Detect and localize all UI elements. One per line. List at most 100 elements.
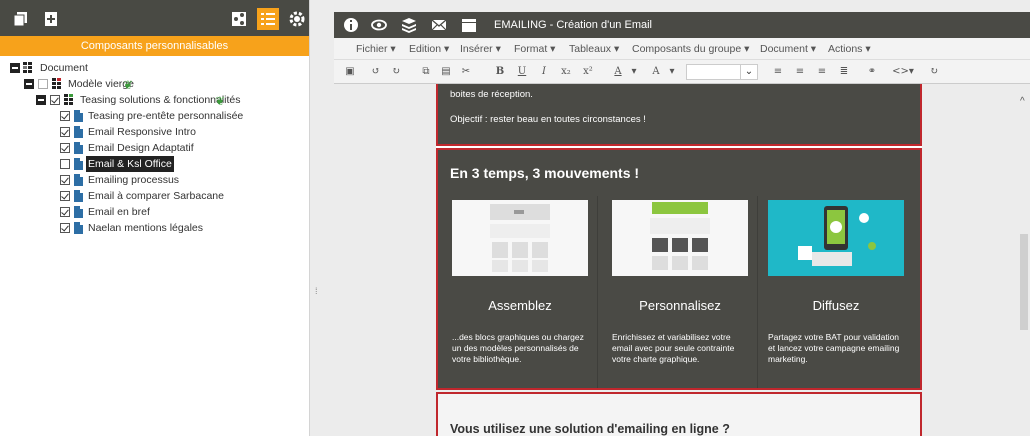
step-column-personnalisez[interactable]: Personnalisez Enrichissez et variabilise… (602, 196, 758, 388)
refresh-icon[interactable]: ↻ (926, 64, 942, 80)
checkbox[interactable] (60, 207, 70, 217)
tree-item-label: Naelan mentions légales (88, 222, 203, 234)
add-document-icon[interactable] (42, 10, 60, 28)
email-canvas[interactable]: boites de réception. Objectif : rester b… (436, 84, 922, 436)
bold-button[interactable]: B (492, 64, 508, 80)
tree-item[interactable]: Naelan mentions légales (0, 220, 309, 236)
align-right-icon[interactable]: ≡ (814, 64, 830, 80)
step-column-diffusez[interactable]: Diffusez Partagez votre BAT pour validat… (758, 196, 914, 388)
tree-item[interactable]: Emailing processus (0, 172, 309, 188)
step-column-assemblez[interactable]: Assemblez ...des blocs graphiques ou cha… (442, 196, 598, 388)
tree-item-label: Email à comparer Sarbacane (88, 190, 224, 202)
menu-actions[interactable]: Actions ▾ (828, 38, 871, 60)
assemble-thumbnail (452, 200, 588, 276)
align-justify-icon[interactable]: ≣ (836, 64, 852, 80)
checkbox[interactable] (60, 159, 70, 169)
tree-icon (64, 94, 78, 106)
checkbox[interactable] (60, 175, 70, 185)
chevron-up-icon[interactable]: ^ (1020, 96, 1025, 107)
checkbox[interactable] (60, 143, 70, 153)
envelope-icon[interactable] (430, 16, 448, 34)
email-block-intro[interactable]: boites de réception. Objectif : rester b… (436, 84, 922, 146)
collapse-toggle[interactable] (36, 95, 46, 105)
redo-icon[interactable]: ↻ (388, 64, 404, 80)
save-icon[interactable]: ▣ (342, 64, 358, 80)
source-code-icon[interactable]: <>▾ (890, 64, 916, 80)
chevron-down-icon[interactable]: ⌄ (740, 64, 758, 80)
superscript-button[interactable]: x² (580, 64, 596, 80)
layers-icon[interactable] (400, 16, 418, 34)
app-window: Composants personnalisables Document Mod… (0, 0, 1030, 436)
folder-icon[interactable] (460, 16, 478, 34)
editor-title-bar: EMAILING - Création d'un Email (334, 12, 1030, 38)
copy-icon[interactable] (12, 10, 30, 28)
undo-icon[interactable]: ↺ (368, 64, 384, 80)
menu-bar: Fichier ▾ Edition ▾ Insérer ▾ Format ▾ T… (334, 38, 1030, 60)
chevron-down-icon[interactable]: ▾ (626, 64, 642, 80)
format-toolbar: ▣ ↺ ↻ ⧉ ▤ ✂ B U I x₂ x² A ▾ A ▾ ⌄ ≡ ≡ ≡ … (334, 60, 1030, 84)
highlight-color-button[interactable]: A (648, 64, 664, 80)
tree-node-document[interactable]: Document (0, 60, 309, 76)
tree-item-label: Email Design Adaptatif (88, 142, 194, 154)
checkbox[interactable] (50, 95, 60, 105)
email-block-3-steps[interactable]: En 3 temps, 3 mouvements ! Assemblez ...… (436, 150, 922, 390)
tree-icon (23, 62, 37, 74)
info-icon[interactable] (342, 16, 360, 34)
checkbox[interactable] (60, 191, 70, 201)
cut-icon[interactable]: ✂ (458, 64, 474, 80)
tree-item-label: Emailing processus (88, 174, 180, 186)
step-heading: Personnalisez (639, 298, 721, 313)
tree-node-template[interactable]: Modèle vierge ❦ (0, 76, 309, 92)
menu-edition[interactable]: Edition ▾ (409, 38, 449, 60)
subscript-button[interactable]: x₂ (558, 64, 574, 80)
tree-item[interactable]: Email Design Adaptatif (0, 140, 309, 156)
checkbox[interactable] (60, 127, 70, 137)
diffuse-illustration (768, 200, 904, 276)
checkbox[interactable] (60, 111, 70, 121)
document-icon (74, 158, 83, 170)
scrollbar-thumb[interactable] (1020, 234, 1028, 330)
copy-icon[interactable]: ⧉ (418, 64, 434, 80)
menu-inserer[interactable]: Insérer ▾ (460, 38, 501, 60)
share-icon[interactable] (230, 10, 248, 28)
step-description: Enrichissez et variabilisez votre email … (612, 332, 735, 364)
component-tree: Document Modèle vierge ❦ Teasing solutio… (0, 56, 309, 236)
panel-title: Composants personnalisables (0, 36, 309, 56)
menu-format[interactable]: Format ▾ (514, 38, 555, 60)
italic-button[interactable]: I (536, 64, 552, 80)
tree-item-label: Email Responsive Intro (88, 126, 196, 138)
email-block-question[interactable]: Vous utilisez une solution d'emailing en… (436, 392, 922, 436)
menu-document[interactable]: Document ▾ (760, 38, 816, 60)
editor-scrollbar[interactable] (1018, 84, 1030, 436)
checkbox[interactable] (38, 79, 48, 89)
document-icon (74, 174, 83, 186)
tree-item[interactable]: Email Responsive Intro (0, 124, 309, 140)
text-color-button[interactable]: A (610, 64, 626, 80)
menu-composants-du-groupe[interactable]: Composants du groupe ▾ (632, 38, 749, 60)
tree-item-selected[interactable]: Email & Ksl Office (0, 156, 309, 172)
eye-icon[interactable] (370, 16, 388, 34)
collapse-toggle[interactable] (24, 79, 34, 89)
panel-splitter-handle[interactable]: ⁞ (315, 286, 318, 296)
tree-node-section[interactable]: Teasing solutions & fonctionnalités ❦ (0, 92, 309, 108)
block-heading: Vous utilisez une solution d'emailing en… (450, 422, 730, 436)
tree-item[interactable]: Email en bref (0, 204, 309, 220)
underline-button[interactable]: U (514, 64, 530, 80)
menu-tableaux[interactable]: Tableaux ▾ (569, 38, 619, 60)
paste-icon[interactable]: ▤ (438, 64, 454, 80)
tree-item-label: Teasing pre-entête personnalisée (88, 110, 244, 122)
gear-icon[interactable] (288, 10, 306, 28)
link-icon[interactable]: ⚭ (864, 64, 880, 80)
align-center-icon[interactable]: ≡ (792, 64, 808, 80)
tree-item[interactable]: Teasing pre-entête personnalisée (0, 108, 309, 124)
checkbox[interactable] (60, 223, 70, 233)
tree-item[interactable]: Email à comparer Sarbacane (0, 188, 309, 204)
panel-toolbar (0, 0, 309, 36)
list-view-icon[interactable] (257, 8, 279, 30)
document-icon (74, 222, 83, 234)
align-left-icon[interactable]: ≡ (770, 64, 786, 80)
chevron-down-icon[interactable]: ▾ (664, 64, 680, 80)
collapse-toggle[interactable] (10, 63, 20, 73)
menu-fichier[interactable]: Fichier ▾ (356, 38, 396, 60)
intro-text-line: Objectif : rester beau en toutes circons… (450, 114, 646, 125)
